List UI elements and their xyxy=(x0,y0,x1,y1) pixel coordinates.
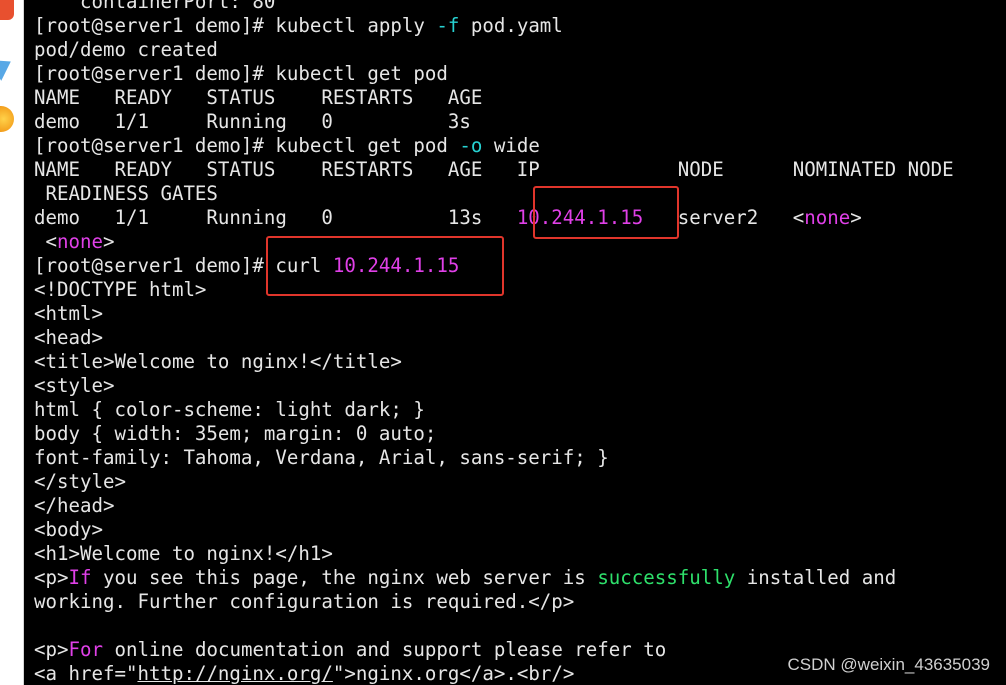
terminal-text: <html> xyxy=(34,302,103,325)
terminal-text: wide xyxy=(482,134,540,157)
terminal-text: -o xyxy=(459,134,483,157)
terminal-line: [root@server1 demo]# curl 10.244.1.15 xyxy=(34,254,1006,278)
terminal-text: pod.yaml xyxy=(459,14,563,37)
terminal-text: > xyxy=(102,230,115,253)
curl-command-highlight-box xyxy=(266,236,504,296)
terminal-text: > xyxy=(850,206,862,229)
terminal-text: ">nginx.org</a>.<br/> xyxy=(332,662,575,685)
terminal-text: http://nginx.org/ xyxy=(137,662,333,685)
terminal-line: html { color-scheme: light dark; } xyxy=(34,398,1006,422)
watermark: CSDN @weixin_43635039 xyxy=(787,655,990,674)
terminal-text: demo 1/1 Running 0 13s xyxy=(34,206,517,229)
terminal-text: installed and xyxy=(735,566,897,589)
terminal-text: <p> xyxy=(34,566,69,589)
terminal-line: <title>Welcome to nginx!</title> xyxy=(34,350,1006,374)
terminal-line: [root@server1 demo]# kubectl get pod -o … xyxy=(34,134,1006,158)
terminal-text: containerPort: 80 xyxy=(34,0,276,13)
terminal-text: [root@server1 demo]# kubectl get pod xyxy=(34,62,448,85)
terminal-line: <p>If you see this page, the nginx web s… xyxy=(34,566,1006,590)
terminal-text: <body> xyxy=(34,518,103,541)
red-app-icon[interactable] xyxy=(0,0,22,36)
terminal-window[interactable]: containerPort: 80 [root@server1 demo]# ku… xyxy=(0,0,1006,685)
terminal-text: <title>Welcome to nginx!</title> xyxy=(34,350,402,373)
terminal-text: </style> xyxy=(34,470,126,493)
taskbar-strip xyxy=(0,0,24,685)
terminal-line: pod/demo created xyxy=(34,38,1006,62)
terminal-line: <head> xyxy=(34,326,1006,350)
terminal-text: successfully xyxy=(597,566,736,589)
terminal-text: html { color-scheme: light dark; } xyxy=(34,398,425,421)
terminal-text: </head> xyxy=(34,494,115,517)
terminal-text: demo 1/1 Running 0 3s xyxy=(34,110,471,133)
terminal-output[interactable]: containerPort: 80 [root@server1 demo]# ku… xyxy=(34,0,1006,685)
terminal-line: working. Further configuration is requir… xyxy=(34,590,1006,614)
terminal-text: none xyxy=(804,206,851,229)
terminal-line: font-family: Tahoma, Verdana, Arial, san… xyxy=(34,446,1006,470)
paper-plane-icon[interactable] xyxy=(0,48,22,84)
terminal-line: containerPort: 80 xyxy=(34,0,1006,14)
terminal-text: working. Further configuration is requir… xyxy=(34,590,575,613)
terminal-line: <!DOCTYPE html> xyxy=(34,278,1006,302)
terminal-line: <html> xyxy=(34,302,1006,326)
terminal-text: body { width: 35em; margin: 0 auto; xyxy=(34,422,437,445)
terminal-line: [root@server1 demo]# kubectl apply -f po… xyxy=(34,14,1006,38)
terminal-text: <!DOCTYPE html> xyxy=(34,278,207,301)
terminal-line: <none> xyxy=(34,230,1006,254)
terminal-text: NAME READY STATUS RESTARTS AGE xyxy=(34,86,483,109)
terminal-text: online documentation and support please … xyxy=(103,638,667,661)
terminal-text: <head> xyxy=(34,326,103,349)
terminal-text: For xyxy=(68,638,104,661)
terminal-text: font-family: Tahoma, Verdana, Arial, san… xyxy=(34,446,609,469)
terminal-line: READINESS GATES xyxy=(34,182,1006,206)
terminal-text: pod/demo created xyxy=(34,38,218,61)
terminal-text: you see this page, the nginx web server … xyxy=(91,566,598,589)
terminal-text: <a href=" xyxy=(34,662,138,685)
terminal-text: <h1>Welcome to nginx!</h1> xyxy=(34,542,333,565)
terminal-line: NAME READY STATUS RESTARTS AGE IP NODE N… xyxy=(34,158,1006,182)
terminal-text: If xyxy=(68,566,92,589)
terminal-line: <body> xyxy=(34,518,1006,542)
terminal-line: </head> xyxy=(34,494,1006,518)
terminal-line: demo 1/1 Running 0 13s 10.244.1.15 serve… xyxy=(34,206,1006,230)
terminal-text: [root@server1 demo]# kubectl apply xyxy=(34,14,437,37)
terminal-line: body { width: 35em; margin: 0 auto; xyxy=(34,422,1006,446)
terminal-line: <style> xyxy=(34,374,1006,398)
terminal-text: -f xyxy=(436,14,460,37)
ip-highlight-box xyxy=(533,186,679,239)
terminal-line: <h1>Welcome to nginx!</h1> xyxy=(34,542,1006,566)
terminal-text: <p> xyxy=(34,638,69,661)
terminal-line: </style> xyxy=(34,470,1006,494)
terminal-text: READINESS GATES xyxy=(34,182,218,205)
terminal-line: NAME READY STATUS RESTARTS AGE xyxy=(34,86,1006,110)
terminal-text: [root@server1 demo]# kubectl get pod xyxy=(34,134,460,157)
terminal-text: NAME READY STATUS RESTARTS AGE IP NODE N… xyxy=(34,158,954,181)
terminal-text: < xyxy=(34,230,57,253)
terminal-line: [root@server1 demo]# kubectl get pod xyxy=(34,62,1006,86)
terminal-text: none xyxy=(57,230,103,253)
terminal-text: <style> xyxy=(34,374,115,397)
orange-app-icon[interactable] xyxy=(0,100,22,136)
terminal-line: demo 1/1 Running 0 3s xyxy=(34,110,1006,134)
